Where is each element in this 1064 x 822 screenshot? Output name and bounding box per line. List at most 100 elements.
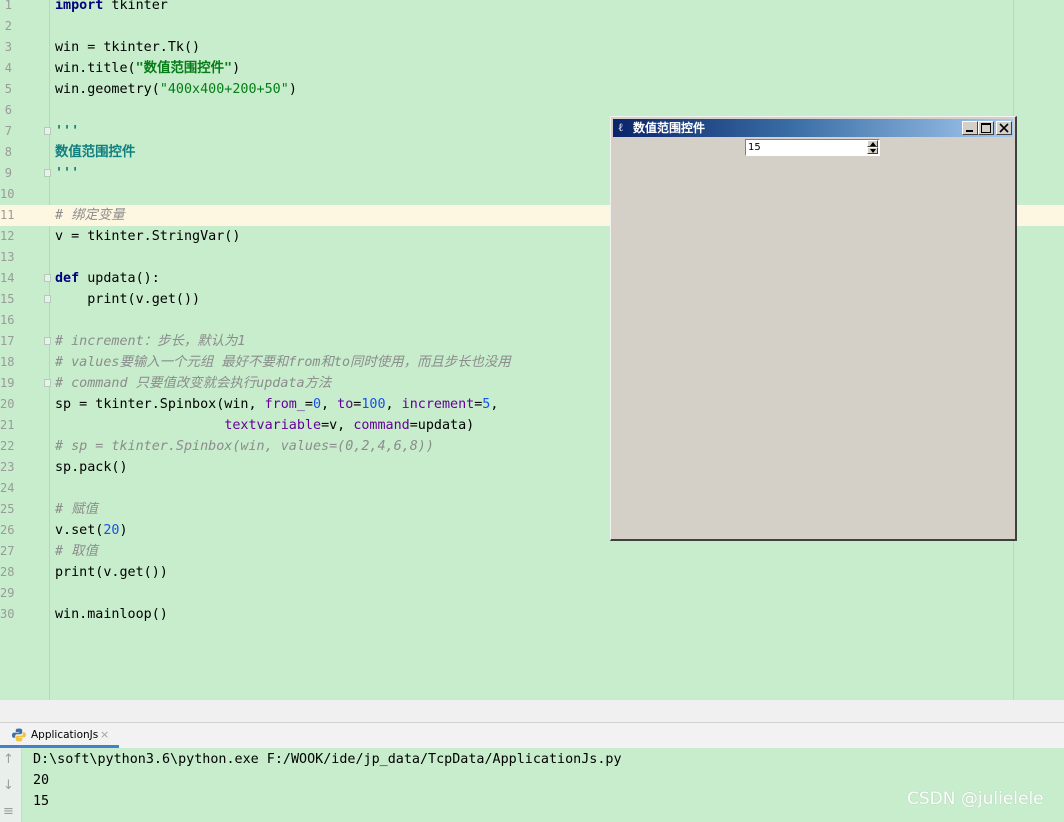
line-number: 2 [4,19,12,33]
code-token: from_ [264,397,305,412]
maximize-button[interactable] [978,121,994,135]
code-token: textvariable [224,418,322,433]
line-number: 20 [0,397,15,411]
line-number: 24 [0,481,15,495]
code-token: =updata) [409,418,475,433]
console-line: 20 [33,773,50,788]
code-token: print(v.get()) [55,292,201,307]
line-number: 18 [0,355,15,369]
code-line[interactable]: 30 win.mainloop() [0,604,1064,625]
line-number: 3 [4,40,12,54]
panel-separator[interactable] [0,700,1064,722]
code-text: ''' [55,163,79,184]
code-token: # command 只要值改变就会执行updata方法 [55,376,332,391]
run-tab[interactable]: ApplicationJs × [0,723,119,748]
code-token: ) [119,523,128,538]
code-token: 0 [312,397,322,412]
line-number: 16 [0,313,15,327]
code-token: win = tkinter.Tk() [55,40,201,55]
line-number: 22 [0,439,15,453]
code-text: sp = tkinter.Spinbox(win, from_=0, to=10… [55,394,498,415]
code-text: # 取值 [55,541,98,562]
soft-wrap-icon[interactable]: ≡ [3,804,14,819]
code-line[interactable]: 5 win.geometry("400x400+200+50") [0,79,1064,100]
code-token: ''' [55,124,80,139]
fold-marker-icon[interactable] [44,274,51,282]
line-number: 27 [0,544,15,558]
code-line[interactable]: 29 [0,583,1064,604]
fold-marker-icon[interactable] [44,295,51,303]
close-icon [999,123,1009,133]
spinbox-up-button[interactable] [867,140,878,147]
python-icon [12,728,26,742]
scroll-down-icon[interactable]: ↓ [3,778,14,793]
code-text: print(v.get()) [55,289,200,310]
code-text: # command 只要值改变就会执行updata方法 [55,373,331,394]
code-token: ) [232,61,241,76]
code-token: , [385,397,402,412]
code-text: v.set(20) [55,520,128,541]
fold-marker-icon[interactable] [44,379,51,387]
window-title: 数值范围控件 [633,121,706,135]
code-text: win.title("数值范围控件") [55,58,240,79]
scroll-up-icon[interactable]: ↑ [3,752,14,767]
code-token: print(v.get()) [55,565,168,580]
spinbox-down-button[interactable] [867,147,878,154]
line-number: 21 [0,418,15,432]
fold-marker-icon[interactable] [44,127,51,135]
minimize-button[interactable] [962,121,978,135]
code-token: # 赋值 [55,502,98,517]
code-text: win.mainloop() [55,604,168,625]
code-token: 100 [361,397,386,412]
code-text: sp.pack() [55,457,128,478]
console-toolbar: ↑ ↓ ≡ [0,748,22,822]
line-number: 9 [4,166,12,180]
code-line[interactable]: 1 import tkinter [0,0,1064,16]
run-tab-label: ApplicationJs [31,729,99,741]
line-number: 19 [0,376,15,390]
code-token: # 绑定变量 [55,208,125,223]
code-text: v = tkinter.StringVar() [55,226,240,247]
code-token: tkinter [103,0,168,13]
console-output[interactable]: ↑ ↓ ≡ D:\soft\python3.6\python.exe F:/WO… [0,748,1064,822]
feather-icon: ℓ [618,121,624,134]
code-token: command [353,418,410,433]
code-line[interactable]: 4 win.title("数值范围控件") [0,58,1064,79]
fold-marker-icon[interactable] [44,337,51,345]
code-text: 数值范围控件 [55,142,135,163]
code-token: # values要输入一个元组 最好不要和from和to同时使用，而且步长也没用 [55,355,511,370]
spinbox-value[interactable]: 15 [748,140,761,155]
fold-marker-icon[interactable] [44,169,51,177]
tkinter-window[interactable]: ℓ 数值范围控件 15 [610,116,1017,541]
code-token: # 取值 [55,544,98,559]
code-token: # sp = tkinter.Spinbox(win, values=(0,2,… [55,439,434,454]
window-titlebar[interactable]: ℓ 数值范围控件 [613,119,1013,137]
code-token: increment [401,397,475,412]
code-text: # 绑定变量 [55,205,125,226]
code-line[interactable]: 28 print(v.get()) [0,562,1064,583]
code-line[interactable]: 27 # 取值 [0,541,1064,562]
close-tab-icon[interactable]: × [100,723,109,747]
code-token: 20 [103,523,120,538]
code-line[interactable]: 3 win = tkinter.Tk() [0,37,1064,58]
line-number: 7 [4,124,12,138]
line-number: 4 [4,61,12,75]
code-text: # 赋值 [55,499,98,520]
arrow-down-icon [870,149,876,153]
code-text: ''' [55,121,79,142]
code-token: win.mainloop() [55,607,168,622]
spinbox[interactable]: 15 [745,139,880,156]
line-number: 10 [0,187,15,201]
code-line[interactable]: 2 [0,16,1064,37]
code-text: print(v.get()) [55,562,168,583]
line-number: 1 [4,0,12,12]
line-number: 30 [0,607,15,621]
code-text: import tkinter [55,0,168,16]
code-text: # increment：步长，默认为1 [55,331,245,352]
code-token: updata(): [79,271,160,286]
code-text: # values要输入一个元组 最好不要和from和to同时使用，而且步长也没用 [55,352,511,373]
code-token: win.title( [55,61,136,76]
code-token: v = tkinter.StringVar() [55,229,241,244]
close-button[interactable] [996,121,1012,135]
code-text: # sp = tkinter.Spinbox(win, values=(0,2,… [55,436,434,457]
